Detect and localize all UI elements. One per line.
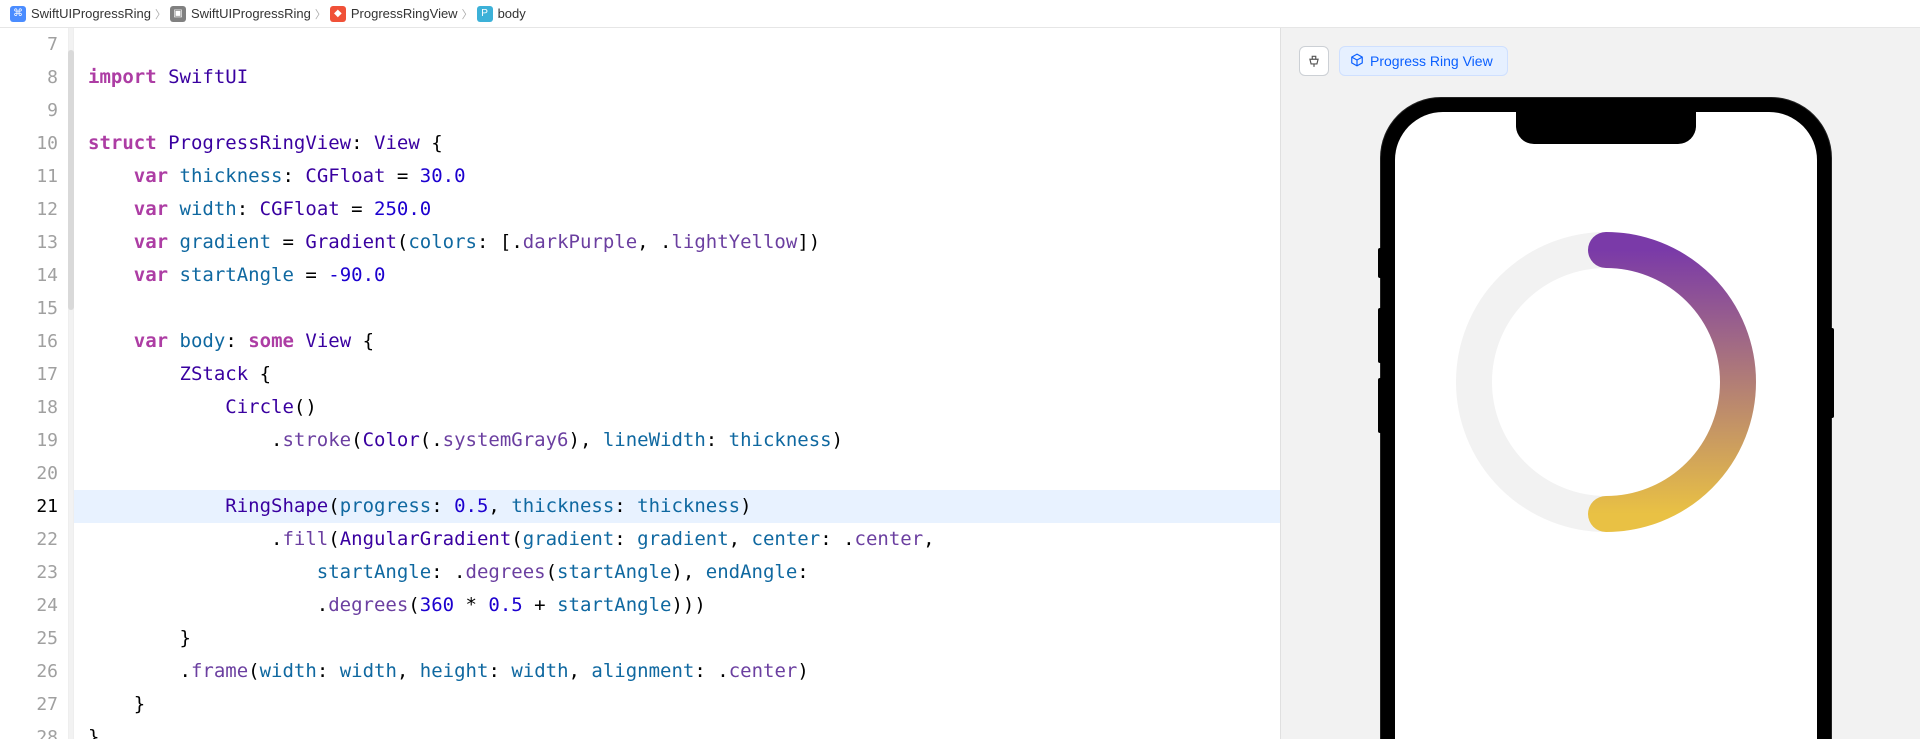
swift-icon: ◆ (330, 6, 346, 22)
code-line[interactable]: var body: some View { (88, 325, 935, 358)
line-number: 23 (0, 556, 58, 589)
line-number: 11 (0, 160, 58, 193)
line-number: 26 (0, 655, 58, 688)
code-line[interactable]: .frame(width: width, height: width, alig… (88, 655, 935, 688)
code-line[interactable] (88, 457, 935, 490)
line-number: 10 (0, 127, 58, 160)
code-content[interactable]: import SwiftUI struct ProgressRingView: … (68, 28, 935, 739)
code-line[interactable]: } (88, 721, 935, 739)
code-line[interactable] (88, 292, 935, 325)
line-number: 21 (0, 490, 58, 523)
code-line[interactable]: var gradient = Gradient(colors: [.darkPu… (88, 226, 935, 259)
app-icon: ⌘ (10, 6, 26, 22)
line-number-gutter: 7891011121314151617181920212223242526272… (0, 28, 68, 739)
progress-ring-view (1456, 232, 1756, 532)
code-line[interactable]: Circle() (88, 391, 935, 424)
line-number: 14 (0, 259, 58, 292)
breadcrumb-symbol[interactable]: P body (477, 6, 526, 22)
property-icon: P (477, 6, 493, 22)
line-number: 7 (0, 28, 58, 61)
line-number: 18 (0, 391, 58, 424)
breadcrumb-label: SwiftUIProgressRing (191, 6, 311, 21)
breadcrumb-project[interactable]: ⌘ SwiftUIProgressRing (10, 6, 151, 22)
code-line[interactable]: RingShape(progress: 0.5, thickness: thic… (88, 490, 935, 523)
preview-title: Progress Ring View (1370, 53, 1493, 69)
device-volume-up (1378, 308, 1383, 363)
preview-title-pill[interactable]: Progress Ring View (1339, 46, 1508, 76)
line-number: 25 (0, 622, 58, 655)
code-line[interactable] (88, 28, 935, 61)
pin-icon (1307, 54, 1321, 68)
chevron-right-icon: 〉 (315, 6, 326, 22)
device-frame (1381, 98, 1831, 739)
line-number: 16 (0, 325, 58, 358)
code-line[interactable]: struct ProgressRingView: View { (88, 127, 935, 160)
minimap-thumb[interactable] (68, 50, 74, 310)
pin-preview-button[interactable] (1299, 46, 1329, 76)
preview-canvas: Progress Ring View (1280, 28, 1920, 739)
line-number: 28 (0, 721, 58, 739)
line-number: 13 (0, 226, 58, 259)
code-line[interactable]: import SwiftUI (88, 61, 935, 94)
line-number: 12 (0, 193, 58, 226)
device-volume-down (1378, 378, 1383, 433)
line-number: 24 (0, 589, 58, 622)
workspace: 7891011121314151617181920212223242526272… (0, 28, 1920, 739)
breadcrumb-label: SwiftUIProgressRing (31, 6, 151, 21)
device-notch (1516, 112, 1696, 144)
device-mute-switch (1378, 248, 1383, 278)
folder-icon: ▣ (170, 6, 186, 22)
code-line[interactable]: var thickness: CGFloat = 30.0 (88, 160, 935, 193)
breadcrumb-folder[interactable]: ▣ SwiftUIProgressRing (170, 6, 311, 22)
line-number: 27 (0, 688, 58, 721)
ring-progress (1606, 250, 1738, 514)
code-line[interactable]: startAngle: .degrees(startAngle), endAng… (88, 556, 935, 589)
line-number: 19 (0, 424, 58, 457)
breadcrumb-label: ProgressRingView (351, 6, 458, 21)
code-line[interactable]: var width: CGFloat = 250.0 (88, 193, 935, 226)
preview-toolbar: Progress Ring View (1299, 46, 1508, 76)
code-line[interactable]: } (88, 688, 935, 721)
breadcrumb: ⌘ SwiftUIProgressRing 〉 ▣ SwiftUIProgres… (0, 0, 1920, 28)
device-side-button (1829, 328, 1834, 418)
chevron-right-icon: 〉 (462, 6, 473, 22)
line-number: 20 (0, 457, 58, 490)
breadcrumb-file[interactable]: ◆ ProgressRingView (330, 6, 458, 22)
device-screen[interactable] (1395, 112, 1817, 739)
line-number: 15 (0, 292, 58, 325)
code-line[interactable]: .stroke(Color(.systemGray6), lineWidth: … (88, 424, 935, 457)
code-line[interactable]: .fill(AngularGradient(gradient: gradient… (88, 523, 935, 556)
code-line[interactable] (88, 94, 935, 127)
line-number: 22 (0, 523, 58, 556)
line-number: 9 (0, 94, 58, 127)
code-line[interactable]: } (88, 622, 935, 655)
view-icon (1350, 53, 1364, 70)
code-editor[interactable]: 7891011121314151617181920212223242526272… (0, 28, 1280, 739)
chevron-right-icon: 〉 (155, 6, 166, 22)
code-line[interactable]: var startAngle = -90.0 (88, 259, 935, 292)
breadcrumb-label: body (498, 6, 526, 21)
code-line[interactable]: ZStack { (88, 358, 935, 391)
code-line[interactable]: .degrees(360 * 0.5 + startAngle))) (88, 589, 935, 622)
line-number: 8 (0, 61, 58, 94)
line-number: 17 (0, 358, 58, 391)
